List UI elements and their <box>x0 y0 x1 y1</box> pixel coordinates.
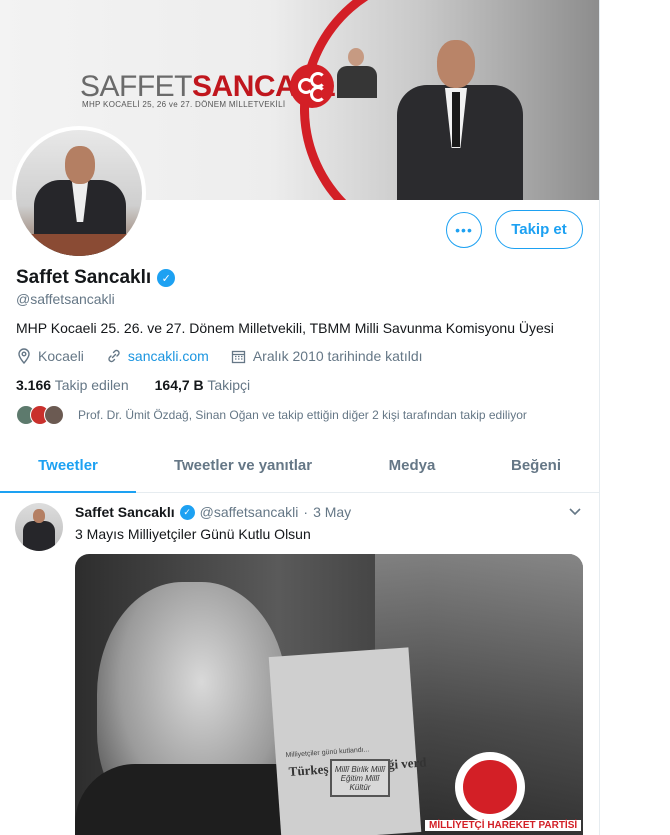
tab-tweets-and-replies[interactable]: Tweetler ve yanıtlar <box>136 446 350 492</box>
mhp-party-logo-icon <box>455 752 525 822</box>
followers-label: Takipçi <box>207 377 251 393</box>
profile-meta: Kocaeli sancakli.com Aralık 2010 tarihin… <box>16 348 423 364</box>
tweet-author-name[interactable]: Saffet Sancaklı <box>75 504 175 520</box>
media-newspaper-small-text: Milliyetçiler günü kutlandı... <box>285 746 370 760</box>
profile-avatar[interactable] <box>12 126 146 260</box>
more-options-button[interactable]: ••• <box>446 212 482 248</box>
banner-speaker-photo <box>385 30 535 200</box>
following-count-link[interactable]: 3.166 Takip edilen <box>16 377 129 393</box>
profile-bio: MHP Kocaeli 25. 26. ve 27. Dönem Milletv… <box>16 320 554 336</box>
followed-by-text: Prof. Dr. Ümit Özdağ, Sinan Oğan ve taki… <box>78 408 527 422</box>
tweet-author-avatar[interactable] <box>15 503 63 551</box>
followed-by-row[interactable]: Prof. Dr. Ümit Özdağ, Sinan Oğan ve taki… <box>16 405 527 425</box>
verified-badge-icon: ✓ <box>179 504 195 520</box>
follow-button[interactable]: Takip et <box>495 210 583 249</box>
tweet-separator: · <box>303 504 309 520</box>
profile-name[interactable]: Saffet Sancaklı ✓ <box>16 267 176 289</box>
media-quote-box: Millî Birlik Millî Eğitim Millî Kültür <box>330 759 390 797</box>
profile-handle: @saffetsancakli <box>16 291 115 307</box>
tab-likes[interactable]: Beğeni <box>474 446 598 492</box>
banner-background-person <box>337 48 377 98</box>
banner-subtitle: MHP KOCAELİ 25, 26 ve 27. DÖNEM MİLLETVE… <box>82 100 286 109</box>
calendar-icon <box>231 348 247 364</box>
profile-tabs: Tweetler Tweetler ve yanıtlar Medya Beğe… <box>0 446 599 493</box>
tab-media[interactable]: Medya <box>350 446 474 492</box>
tweet-header: Saffet Sancaklı ✓ @saffetsancakli · 3 Ma… <box>75 504 351 520</box>
tab-tweets[interactable]: Tweetler <box>0 446 136 493</box>
link-icon <box>106 348 122 364</box>
tweet-author-handle[interactable]: @saffetsancakli <box>200 504 299 520</box>
following-count: 3.166 <box>16 377 52 393</box>
followers-count: 164,7 B <box>154 377 204 393</box>
media-party-name: MİLLİYETÇİ HAREKET PARTİSİ <box>425 820 582 831</box>
followers-count-link[interactable]: 164,7 B Takipçi <box>155 377 250 393</box>
profile-website-link[interactable]: sancakli.com <box>128 348 209 364</box>
tweet-text: 3 Mayıs Milliyetçiler Günü Kutlu Olsun <box>75 526 311 542</box>
tweet-date[interactable]: 3 May <box>313 504 351 520</box>
media-newspaper-clipping: Milliyetçiler günü kutlandı... Türkeş if… <box>268 647 427 835</box>
profile-counts: 3.166 Takip edilen 164,7 B Takipçi <box>16 377 250 393</box>
location-pin-icon <box>16 348 32 364</box>
profile-joined-date: Aralık 2010 tarihinde katıldı <box>252 348 423 364</box>
mhp-crescent-logo-icon <box>290 64 334 108</box>
follower-avatar-3 <box>44 405 64 425</box>
chevron-down-icon[interactable] <box>568 504 582 520</box>
following-label: Takip edilen <box>54 377 129 393</box>
verified-badge-icon: ✓ <box>157 269 176 287</box>
profile-name-text[interactable]: Saffet Sancaklı <box>16 267 151 289</box>
profile-location: Kocaeli <box>38 348 84 364</box>
profile-column: SAFFETSANCAKLI MHP KOCAELİ 25, 26 ve 27.… <box>0 0 600 835</box>
tweet-media-image[interactable]: Milliyetçiler günü kutlandı... Türkeş if… <box>75 554 583 835</box>
banner-brand-first: SAFFET <box>80 70 193 103</box>
